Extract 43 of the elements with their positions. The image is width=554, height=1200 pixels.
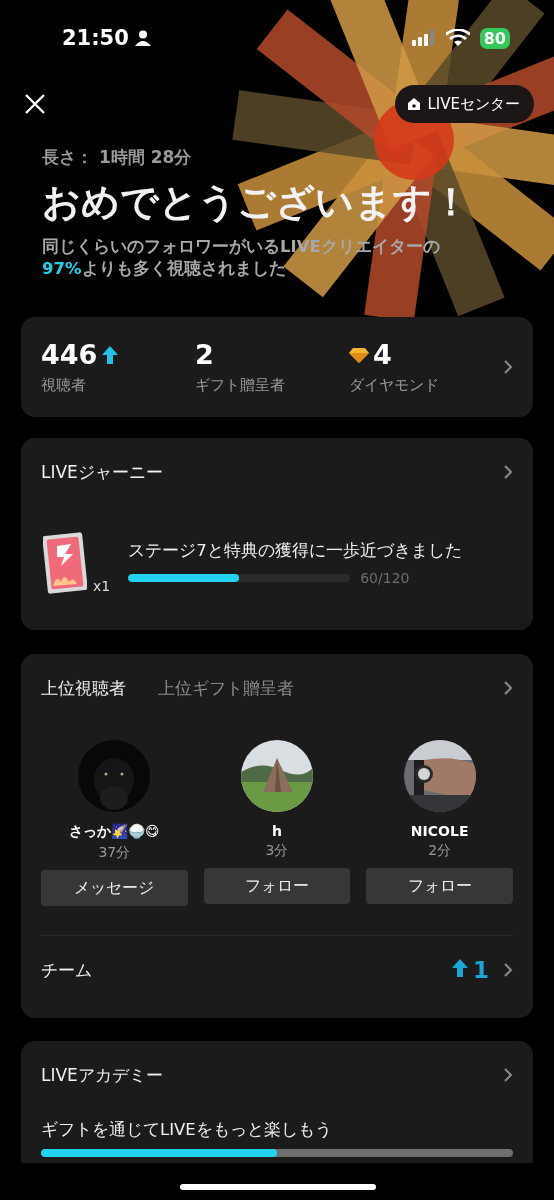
badge-count: x1 (93, 578, 111, 594)
journey-message: ステージ7と特典の獲得に一歩近づきました (128, 540, 462, 562)
chevron-right-icon[interactable] (503, 464, 513, 480)
stat-label: 視聴者 (41, 376, 87, 395)
chevron-right-icon[interactable] (503, 680, 513, 696)
watch-time: 2分 (428, 842, 452, 860)
action-button[interactable]: フォロー (366, 868, 513, 904)
stat-value: 4 (373, 339, 392, 370)
close-button[interactable] (24, 93, 46, 115)
live-center-button[interactable]: LIVEセンター (395, 85, 534, 123)
chevron-right-icon[interactable] (503, 1067, 513, 1083)
viewer-name: h (272, 823, 282, 839)
stats-card[interactable]: 446 視聴者 2 ギフト贈呈者 4 ダイヤモンド (21, 317, 533, 417)
tab[interactable]: 上位視聴者 (41, 676, 126, 700)
person-icon (134, 30, 151, 46)
arrow-up-icon (451, 958, 469, 978)
action-button[interactable]: メッセージ (41, 870, 188, 906)
watch-time: 37分 (98, 844, 131, 862)
progress-count: 60/120 (360, 570, 410, 586)
section-title: LIVEジャーニー (41, 460, 163, 484)
team-label: チーム (41, 958, 92, 982)
card-badge-icon (43, 532, 87, 594)
chevron-right-icon[interactable] (503, 962, 513, 978)
academy-message: ギフトを通じてLIVEをもっと楽しもう (41, 1119, 333, 1141)
duration-text: 長さ： 1時間 28分 (42, 146, 193, 169)
stat-label: ダイヤモンド (349, 376, 440, 395)
action-button[interactable]: フォロー (203, 868, 351, 904)
diamond-icon (349, 346, 369, 363)
stat-value: 2 (195, 339, 214, 370)
section-title: LIVEアカデミー (41, 1063, 163, 1087)
team-count: 1 (473, 957, 489, 983)
stat-label: ギフト贈呈者 (195, 376, 286, 395)
signal-icon (411, 30, 436, 46)
status-time: 21:50 (62, 26, 129, 50)
wifi-icon (445, 29, 470, 47)
watch-time: 3分 (265, 842, 289, 860)
chevron-right-icon[interactable] (503, 359, 513, 375)
tab[interactable]: 上位ギフト贈呈者 (158, 676, 294, 700)
viewer-name: さっか🌠🍚😋 (69, 823, 160, 841)
arrow-up-icon (101, 344, 120, 365)
viewer-name: NICOLE (410, 823, 469, 839)
stat-value: 446 (41, 339, 98, 370)
home-icon (407, 97, 422, 111)
